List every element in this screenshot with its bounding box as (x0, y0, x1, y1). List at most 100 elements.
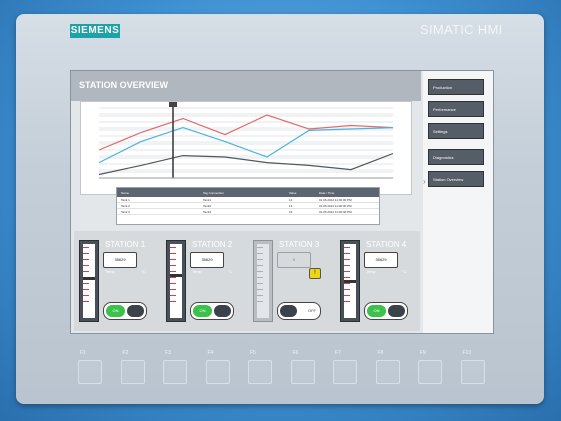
gauge-tick (257, 259, 263, 260)
col-date: Date / Time (319, 191, 335, 195)
gauge-tick (344, 265, 350, 266)
cell-date: 01.06.2012 11:00:00 PM (319, 198, 352, 202)
gauge-tick (344, 259, 350, 260)
function-key-label: F9 (420, 350, 426, 356)
level-gauge (340, 240, 360, 322)
station-name: STATION 3 (279, 240, 320, 249)
gauge-tick (170, 295, 176, 296)
gauge-level-marker (344, 279, 356, 283)
station-2: STATION 2 35629 Temp °C ON (164, 236, 248, 326)
gauge-tick (257, 247, 263, 248)
level-gauge (253, 240, 273, 322)
gauge-tick (83, 295, 89, 296)
value-unit: °C (141, 269, 146, 274)
gauge-tick (170, 247, 176, 248)
value-label: Temp (192, 269, 202, 274)
value-display: 35629 (364, 252, 398, 268)
menu-settings-button[interactable]: Settings (428, 123, 484, 139)
gauge-tick (257, 295, 263, 296)
gauge-tick (344, 289, 350, 290)
function-key-f2[interactable] (120, 360, 145, 384)
function-key-label: F10 (462, 350, 472, 356)
gauge-tick (344, 283, 350, 284)
value-display: 35629 (190, 252, 224, 268)
station-panel: STATION 1 35629 Temp °C ON STATION 2 356… (74, 231, 420, 331)
function-key-label: F6 (292, 350, 299, 356)
toggle-knob (280, 305, 297, 317)
gauge-tick (170, 301, 176, 302)
station-name: STATION 1 (105, 240, 146, 249)
gauge-tick (344, 301, 350, 302)
level-gauge (166, 240, 186, 322)
function-key-f9[interactable] (418, 360, 442, 384)
menu-arrow-icon: › (423, 177, 426, 186)
toggle-state: OFF (308, 308, 316, 313)
function-key-label: F8 (377, 350, 384, 356)
function-key-f10[interactable] (460, 360, 485, 384)
menu-performance-button[interactable]: Performance (428, 101, 484, 117)
gauge-tick (344, 271, 350, 272)
toggle-state: ON (193, 305, 212, 317)
col-tag: Tag Connection (203, 191, 224, 195)
gauge-tick (170, 277, 176, 278)
product-name: SIMATIC HMI (420, 22, 503, 37)
power-toggle[interactable]: OFF (277, 302, 321, 320)
power-toggle[interactable]: ON (190, 302, 234, 320)
cell-tag: Tank3 (203, 210, 212, 214)
gauge-tick (344, 253, 350, 254)
level-gauge (79, 240, 99, 322)
function-key-f4[interactable] (205, 360, 230, 384)
value-label: Temp (105, 269, 115, 274)
gauge-tick (83, 271, 89, 272)
function-key-f6[interactable] (290, 360, 315, 384)
value-unit: °C (402, 269, 407, 274)
warning-icon[interactable]: ! (309, 268, 321, 279)
gauge-tick (170, 271, 176, 272)
gauge-tick (83, 259, 89, 260)
gauge-tick (83, 247, 89, 248)
brand-logo: SIEMENS (70, 24, 120, 38)
toggle-knob (214, 305, 231, 317)
function-key-f5[interactable] (248, 360, 272, 384)
value-unit: °C (228, 269, 233, 274)
gauge-tick (170, 265, 176, 266)
cell-tag: Tank1 (203, 198, 212, 202)
function-key-label: F5 (250, 350, 256, 356)
cell-value: 14 (289, 204, 293, 208)
power-toggle[interactable]: ON (103, 302, 147, 320)
gauge-tick (257, 277, 263, 278)
power-toggle[interactable]: ON (364, 302, 408, 320)
cell-tag: Tank2 (203, 204, 212, 208)
value-label: Temp (366, 269, 376, 274)
gauge-tick (170, 253, 176, 254)
col-name: Name (121, 191, 130, 195)
page-title: STATION OVERVIEW (79, 80, 169, 90)
station-3: STATION 3 0 ! OFF (251, 236, 335, 326)
trend-chart[interactable] (80, 101, 412, 195)
cell-name: Tank 2 (121, 204, 130, 208)
cell-value: 12 (289, 198, 293, 202)
function-key-label: F4 (207, 350, 214, 356)
gauge-tick (257, 289, 263, 290)
gauge-tick (83, 289, 89, 290)
gauge-tick (170, 259, 176, 260)
cell-value: 16 (289, 210, 293, 214)
gauge-tick (344, 295, 350, 296)
trend-chart-svg (98, 102, 394, 179)
function-key-f3[interactable] (163, 360, 187, 384)
gauge-tick (344, 277, 350, 278)
gauge-tick (257, 253, 263, 254)
gauge-tick (344, 247, 350, 248)
function-key-f1[interactable] (78, 360, 102, 384)
function-key-f8[interactable] (375, 360, 400, 384)
gauge-tick (257, 283, 263, 284)
hmi-screen: STATION OVERVIEW Name Tag Connection Val… (70, 70, 494, 334)
function-key-f7[interactable] (333, 360, 357, 384)
menu-production-button[interactable]: Production (428, 79, 484, 95)
toggle-state: ON (106, 305, 125, 317)
cell-name: Tank 3 (121, 210, 130, 214)
menu-diagnostics-button[interactable]: Diagnostics (428, 149, 484, 165)
toggle-knob (388, 305, 405, 317)
table-row[interactable]: Tank 3 Tank3 16 01.06.2012 11:00:00 PM (117, 209, 379, 215)
menu-station-overview-button[interactable]: Station Overview (428, 171, 484, 187)
